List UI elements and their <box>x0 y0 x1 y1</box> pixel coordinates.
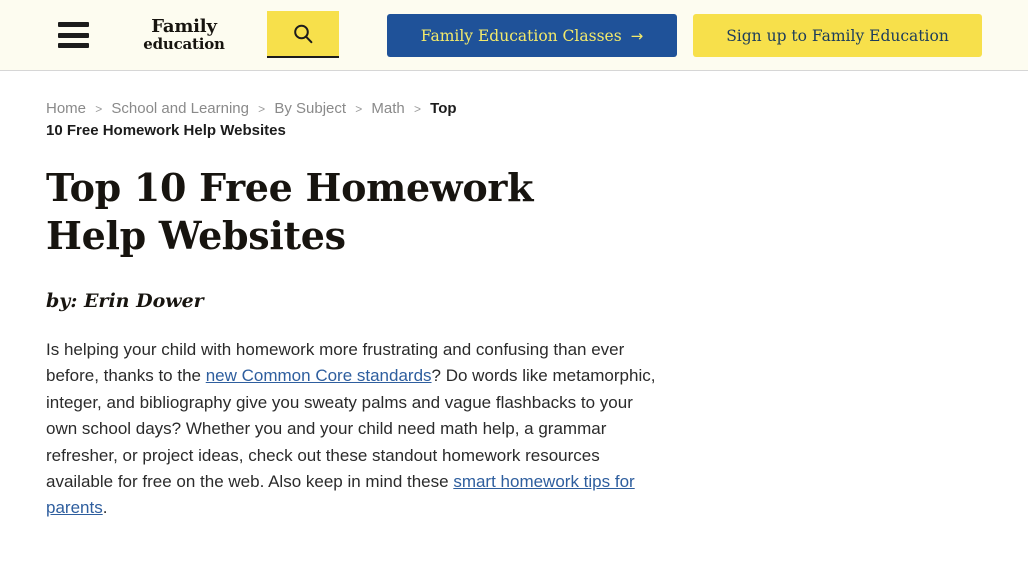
breadcrumb-separator: > <box>95 102 103 116</box>
site-logo-line1: Family <box>151 16 217 37</box>
hamburger-icon[interactable] <box>58 22 89 48</box>
breadcrumb-separator: > <box>413 102 421 116</box>
sign-up-button[interactable]: Sign up to Family Education <box>693 14 982 57</box>
breadcrumb-item-school-and-learning[interactable]: School and Learning <box>111 100 249 117</box>
family-education-classes-button[interactable]: Family Education Classes → <box>387 14 677 57</box>
arrow-right-icon: → <box>630 26 644 45</box>
breadcrumb-item-math[interactable]: Math <box>371 100 404 117</box>
intro-text-part3: . <box>102 498 108 518</box>
search-button[interactable] <box>267 11 339 58</box>
page-title: Top 10 Free Homework Help Websites <box>46 165 534 258</box>
sign-up-label: Sign up to Family Education <box>726 26 949 45</box>
family-education-classes-label: Family Education Classes <box>420 26 622 45</box>
hamburger-bar <box>58 43 89 48</box>
link-common-core-standards[interactable]: new Common Core standards <box>206 366 432 385</box>
breadcrumb-separator: > <box>355 102 363 116</box>
site-logo-line2: education <box>143 35 225 53</box>
article-intro-paragraph: Is helping your child with homework more… <box>46 337 661 522</box>
site-header: Family education Family Education Classe… <box>0 0 1028 71</box>
search-icon <box>294 24 313 43</box>
page-body: Home > School and Learning > By Subject … <box>0 71 1028 578</box>
article-byline: by: Erin Dower <box>46 290 204 312</box>
breadcrumb-item-by-subject[interactable]: By Subject <box>274 100 346 117</box>
article-column: Home > School and Learning > By Subject … <box>46 71 676 522</box>
site-logo[interactable]: Family education <box>138 18 230 52</box>
hamburger-bar <box>58 22 89 27</box>
breadcrumb-item-home[interactable]: Home <box>46 100 86 117</box>
breadcrumb-separator: > <box>258 102 266 116</box>
hamburger-bar <box>58 32 89 38</box>
breadcrumb: Home > School and Learning > By Subject … <box>46 98 466 142</box>
